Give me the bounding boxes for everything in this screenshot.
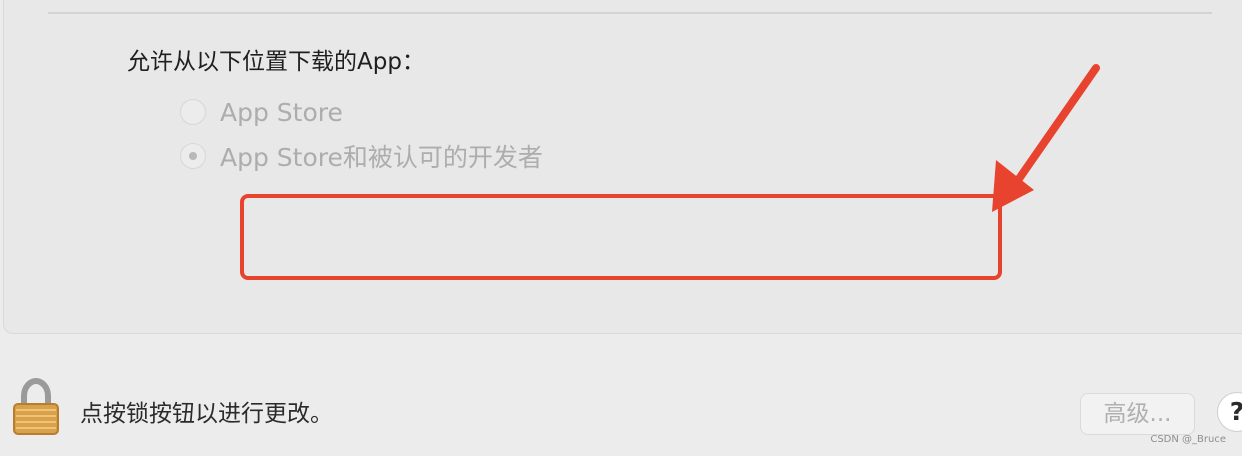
radio-app-store-label: App Store	[220, 97, 343, 127]
watermark: CSDN @_Bruce	[1150, 434, 1226, 445]
padlock-icon[interactable]	[10, 378, 62, 438]
red-highlight-box-annotation	[240, 194, 1002, 280]
help-button[interactable]: ?	[1217, 392, 1242, 432]
radio-identified-developers-option[interactable]: App Store和被认可的开发者	[180, 140, 543, 172]
section-divider	[48, 12, 1212, 14]
radio-app-store-option[interactable]: App Store	[180, 96, 343, 128]
lock-instruction-text: 点按锁按钮以进行更改。	[80, 401, 333, 427]
radio-identified-developers-label: App Store和被认可的开发者	[220, 143, 543, 172]
red-arrow-annotation-icon	[992, 64, 1100, 212]
radio-app-store[interactable]	[180, 99, 206, 125]
radio-identified-developers[interactable]	[180, 143, 206, 169]
advanced-button[interactable]: 高级...	[1080, 393, 1195, 435]
download-source-title: 允许从以下位置下载的App：	[127, 49, 425, 75]
